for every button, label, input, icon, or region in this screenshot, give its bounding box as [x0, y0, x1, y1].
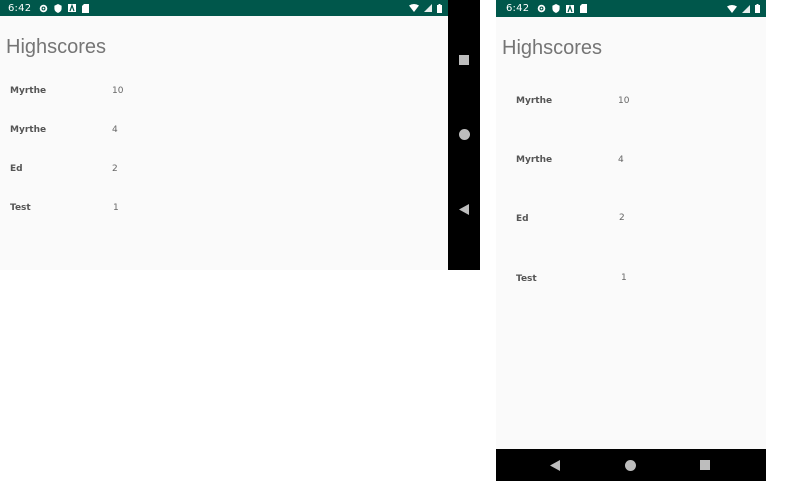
player-name: Ed — [10, 164, 23, 174]
wifi-icon — [727, 4, 737, 13]
status-time: 6:42 — [8, 2, 32, 14]
sd-card-icon — [82, 3, 90, 13]
battery-icon — [755, 4, 760, 13]
player-name: Myrthe — [10, 86, 47, 96]
gear-icon — [39, 4, 48, 13]
shield-icon — [54, 3, 62, 13]
player-score: 4 — [618, 155, 624, 165]
player-score: 1 — [621, 273, 627, 283]
player-name: Myrthe — [516, 96, 553, 106]
status-time: 6:42 — [506, 3, 530, 14]
home-circle-icon[interactable] — [457, 127, 471, 141]
signal-icon — [742, 4, 750, 13]
recents-square-icon[interactable] — [457, 53, 471, 67]
player-name: Ed — [516, 214, 529, 224]
player-score: 4 — [112, 125, 118, 135]
gear-icon — [537, 4, 546, 13]
app-content: Highscores Myrthe 10 Myrthe 4 Ed 2 Test … — [0, 16, 448, 270]
app-content: Highscores Myrthe 10 Myrthe 4 Ed 2 Test … — [496, 17, 766, 449]
navigation-bar — [496, 449, 766, 481]
player-name: Myrthe — [10, 125, 47, 135]
back-triangle-icon[interactable] — [457, 202, 471, 216]
player-score: 2 — [619, 213, 625, 223]
recents-square-icon[interactable] — [698, 458, 712, 472]
font-icon — [68, 4, 77, 12]
font-icon — [566, 4, 575, 13]
player-name: Test — [10, 203, 31, 213]
status-bar: 6:42 — [496, 0, 766, 17]
player-score: 10 — [618, 96, 630, 106]
page-title: Highscores — [502, 37, 603, 59]
back-triangle-icon[interactable] — [548, 458, 562, 472]
player-name: Myrthe — [516, 155, 553, 165]
navigation-bar — [448, 0, 480, 270]
player-score: 1 — [113, 203, 119, 213]
player-score: 2 — [112, 164, 118, 174]
wifi-icon — [409, 4, 419, 12]
shield-icon — [552, 4, 560, 13]
player-name: Test — [516, 274, 537, 284]
home-circle-icon[interactable] — [623, 458, 637, 472]
page-title: Highscores — [6, 36, 107, 58]
sd-card-icon — [580, 4, 588, 13]
player-score: 10 — [112, 86, 124, 96]
status-bar: 6:42 — [0, 0, 448, 16]
battery-icon — [437, 3, 442, 13]
signal-icon — [424, 4, 432, 12]
